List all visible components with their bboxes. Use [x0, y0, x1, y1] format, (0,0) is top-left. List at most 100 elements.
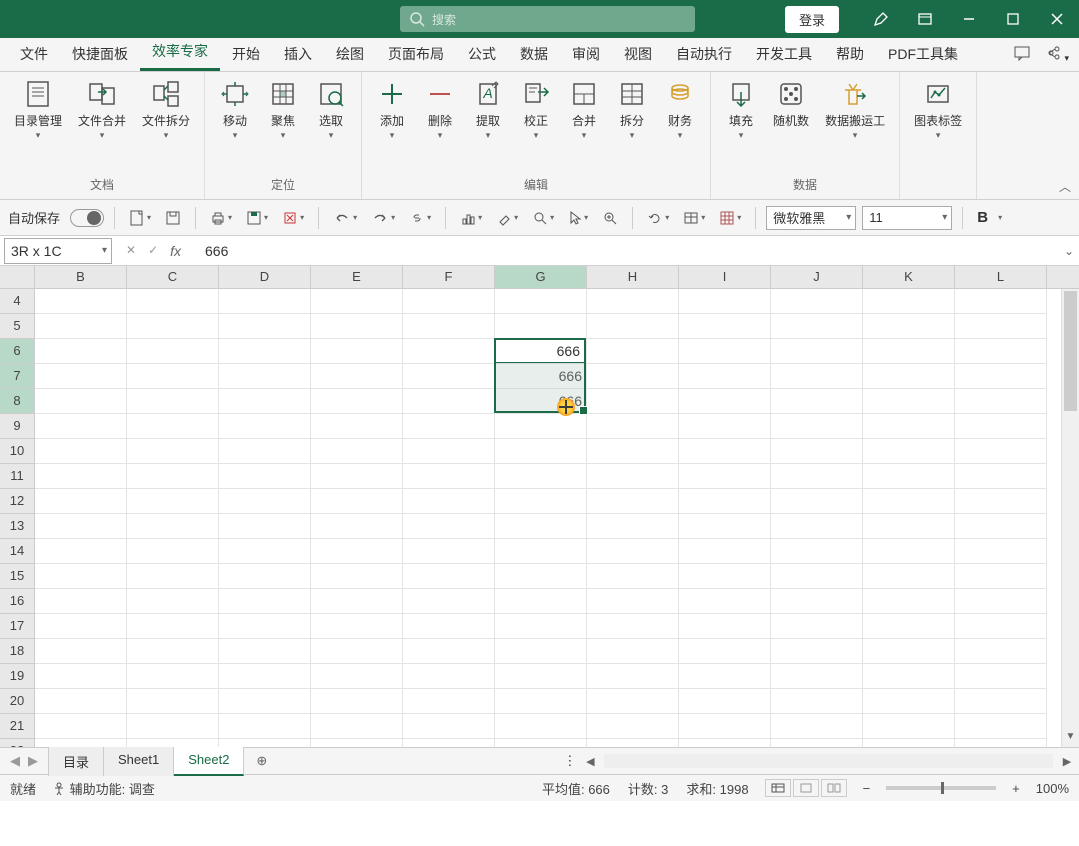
cell-H6[interactable]	[587, 339, 679, 364]
cell-B18[interactable]	[35, 639, 127, 664]
font-size-select[interactable]: 11	[862, 206, 952, 230]
ribbon-选取[interactable]: 选取▾	[309, 76, 353, 143]
cell-D6[interactable]	[219, 339, 311, 364]
row-header-7[interactable]: 7	[0, 364, 35, 389]
cell-G22[interactable]	[495, 739, 587, 747]
cell-G7[interactable]: 666	[495, 364, 587, 389]
cell-I21[interactable]	[679, 714, 771, 739]
cell-H22[interactable]	[587, 739, 679, 747]
print-button[interactable]: ▾	[206, 208, 236, 228]
cell-L20[interactable]	[955, 689, 1047, 714]
cell-H19[interactable]	[587, 664, 679, 689]
cell-K11[interactable]	[863, 464, 955, 489]
cell-F21[interactable]	[403, 714, 495, 739]
cell-K22[interactable]	[863, 739, 955, 747]
cell-B10[interactable]	[35, 439, 127, 464]
column-header-G[interactable]: G	[495, 266, 587, 288]
cell-I17[interactable]	[679, 614, 771, 639]
cell-F17[interactable]	[403, 614, 495, 639]
cell-F9[interactable]	[403, 414, 495, 439]
cell-I19[interactable]	[679, 664, 771, 689]
cell-F4[interactable]	[403, 289, 495, 314]
column-header-C[interactable]: C	[127, 266, 219, 288]
cell-D5[interactable]	[219, 314, 311, 339]
cell-K19[interactable]	[863, 664, 955, 689]
expand-formula-icon[interactable]: ⌄	[1059, 244, 1079, 258]
cell-B12[interactable]	[35, 489, 127, 514]
row-header-16[interactable]: 16	[0, 589, 35, 614]
cell-C15[interactable]	[127, 564, 219, 589]
undo-button[interactable]: ▾	[329, 209, 361, 227]
cell-C13[interactable]	[127, 514, 219, 539]
scroll-down-icon[interactable]: ▼	[1062, 731, 1079, 747]
cell-L21[interactable]	[955, 714, 1047, 739]
cell-H14[interactable]	[587, 539, 679, 564]
cell-H10[interactable]	[587, 439, 679, 464]
tab-公式[interactable]: 公式	[456, 36, 508, 71]
column-header-D[interactable]: D	[219, 266, 311, 288]
cell-L17[interactable]	[955, 614, 1047, 639]
select-all-corner[interactable]	[0, 266, 35, 288]
cell-E19[interactable]	[311, 664, 403, 689]
cell-H13[interactable]	[587, 514, 679, 539]
cell-I22[interactable]	[679, 739, 771, 747]
row-header-15[interactable]: 15	[0, 564, 35, 589]
cell-F10[interactable]	[403, 439, 495, 464]
cell-G11[interactable]	[495, 464, 587, 489]
cell-G8[interactable]: 666	[495, 389, 587, 414]
cell-G16[interactable]	[495, 589, 587, 614]
row-header-9[interactable]: 9	[0, 414, 35, 439]
cell-L6[interactable]	[955, 339, 1047, 364]
close-button[interactable]	[1035, 0, 1079, 38]
column-header-I[interactable]: I	[679, 266, 771, 288]
maximize-button[interactable]	[991, 0, 1035, 38]
cell-E16[interactable]	[311, 589, 403, 614]
cell-C10[interactable]	[127, 439, 219, 464]
column-header-B[interactable]: B	[35, 266, 127, 288]
eraser-button[interactable]: ▾	[492, 208, 522, 228]
cell-C19[interactable]	[127, 664, 219, 689]
cell-H12[interactable]	[587, 489, 679, 514]
cell-H16[interactable]	[587, 589, 679, 614]
zoom-out-button[interactable]: −	[863, 781, 871, 796]
cell-D10[interactable]	[219, 439, 311, 464]
cell-D4[interactable]	[219, 289, 311, 314]
ribbon-移动[interactable]: 移动▾	[213, 76, 257, 143]
cell-C5[interactable]	[127, 314, 219, 339]
cell-L10[interactable]	[955, 439, 1047, 464]
row-header-6[interactable]: 6	[0, 339, 35, 364]
sheet-tab-Sheet2[interactable]: Sheet2	[174, 747, 244, 776]
sheet-tab-Sheet1[interactable]: Sheet1	[104, 747, 174, 776]
cell-K13[interactable]	[863, 514, 955, 539]
save-as-button[interactable]: ▾	[242, 208, 272, 228]
cell-K21[interactable]	[863, 714, 955, 739]
cell-G9[interactable]	[495, 414, 587, 439]
cell-J22[interactable]	[771, 739, 863, 747]
ribbon-随机数[interactable]: 随机数	[767, 76, 815, 143]
cell-J19[interactable]	[771, 664, 863, 689]
zoom-button[interactable]	[598, 208, 622, 228]
cursor-button[interactable]: ▾	[564, 208, 592, 228]
cell-G6[interactable]: 666	[495, 339, 587, 364]
scroll-thumb[interactable]	[1064, 291, 1077, 411]
cell-B9[interactable]	[35, 414, 127, 439]
cell-E14[interactable]	[311, 539, 403, 564]
cell-I4[interactable]	[679, 289, 771, 314]
cell-B13[interactable]	[35, 514, 127, 539]
cell-K7[interactable]	[863, 364, 955, 389]
cell-C14[interactable]	[127, 539, 219, 564]
cell-F14[interactable]	[403, 539, 495, 564]
cell-C6[interactable]	[127, 339, 219, 364]
tab-PDF工具集[interactable]: PDF工具集	[876, 36, 970, 71]
row-header-8[interactable]: 8	[0, 389, 35, 414]
cell-C22[interactable]	[127, 739, 219, 747]
cell-L8[interactable]	[955, 389, 1047, 414]
cell-K10[interactable]	[863, 439, 955, 464]
ribbon-删除[interactable]: 删除▾	[418, 76, 462, 143]
tab-帮助[interactable]: 帮助	[824, 36, 876, 71]
cell-F12[interactable]	[403, 489, 495, 514]
hscroll-left-icon[interactable]: ◀	[582, 755, 598, 768]
new-file-button[interactable]: ▾	[125, 207, 155, 229]
cell-D21[interactable]	[219, 714, 311, 739]
delete-button[interactable]: ▾	[278, 208, 308, 228]
